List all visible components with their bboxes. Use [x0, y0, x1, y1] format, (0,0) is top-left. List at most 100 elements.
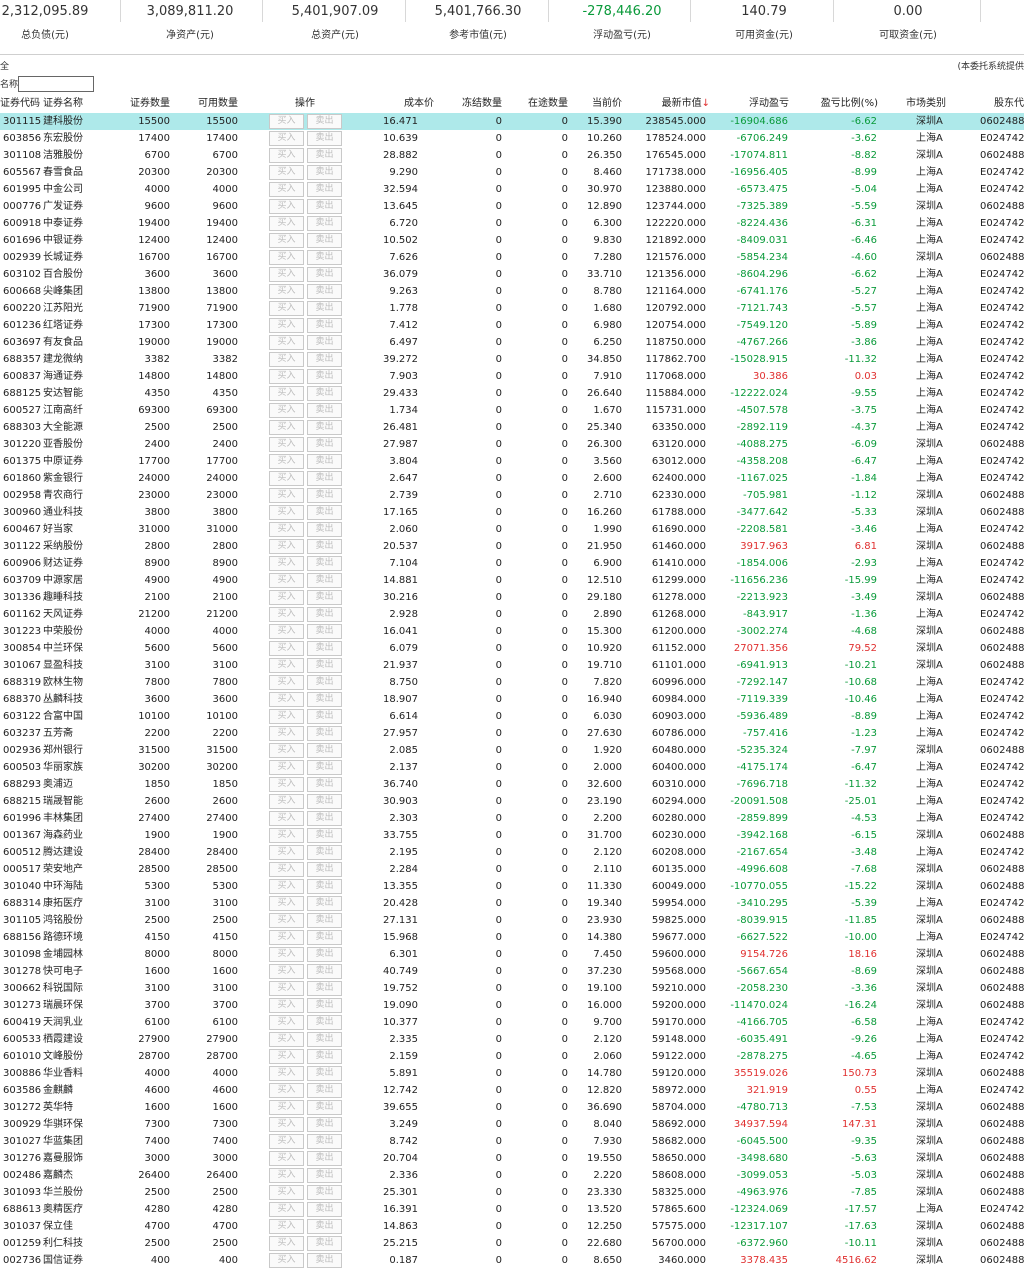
table-row[interactable]: 301220 亚香股份 2400 2400 27.987 0 0 26.300 63120.00…	[0, 436, 1024, 453]
buy-button[interactable]: 买入	[269, 777, 304, 792]
buy-button[interactable]: 买入	[269, 726, 304, 741]
sell-button[interactable]: 卖出	[307, 488, 342, 503]
buy-button[interactable]: 买入	[269, 1015, 304, 1030]
table-row[interactable]: 601860 紫金银行 24000 24000 2.647 0 0 2.600 62400.00…	[0, 470, 1024, 487]
sell-button[interactable]: 卖出	[307, 1168, 342, 1183]
sell-button[interactable]: 卖出	[307, 760, 342, 775]
table-row[interactable]: 603856 东宏股份 17400 17400 10.639 0 0 10.260 178524…	[0, 130, 1024, 147]
table-row[interactable]: 300854 中兰环保 5600 5600 6.079 0 0 10.920 61152.000…	[0, 640, 1024, 657]
sell-button[interactable]: 卖出	[307, 930, 342, 945]
table-row[interactable]: 603697 有友食品 19000 19000 6.497 0 0 6.250 118750.0…	[0, 334, 1024, 351]
buy-button[interactable]: 买入	[269, 879, 304, 894]
table-row[interactable]: 603709 中源家居 4900 4900 14.881 0 0 12.510 61299.00…	[0, 572, 1024, 589]
buy-button[interactable]: 买入	[269, 386, 304, 401]
col-holder[interactable]: 股东代	[994, 97, 1024, 111]
sell-button[interactable]: 卖出	[307, 964, 342, 979]
table-row[interactable]: 601696 中银证券 12400 12400 10.502 0 0 9.830 121892.…	[0, 232, 1024, 249]
table-row[interactable]: 688293 奥浦迈 1850 1850 36.740 0 0 32.600 60310.000…	[0, 776, 1024, 793]
buy-button[interactable]: 买入	[269, 539, 304, 554]
sell-button[interactable]: 卖出	[307, 981, 342, 996]
sell-button[interactable]: 卖出	[307, 1117, 342, 1132]
buy-button[interactable]: 买入	[269, 165, 304, 180]
table-row[interactable]: 603237 五芳斋 2200 2200 27.957 0 0 27.630 60786.000…	[0, 725, 1024, 742]
sell-button[interactable]: 卖出	[307, 522, 342, 537]
buy-button[interactable]: 买入	[269, 590, 304, 605]
sell-button[interactable]: 卖出	[307, 318, 342, 333]
table-row[interactable]: 601010 文峰股份 28700 28700 2.159 0 0 2.060 59122.00…	[0, 1048, 1024, 1065]
buy-button[interactable]: 买入	[269, 709, 304, 724]
buy-button[interactable]: 买入	[269, 930, 304, 945]
sell-button[interactable]: 卖出	[307, 1134, 342, 1149]
buy-button[interactable]: 买入	[269, 335, 304, 350]
col-code[interactable]: 证券代码	[0, 97, 40, 111]
buy-button[interactable]: 买入	[269, 624, 304, 639]
sell-button[interactable]: 卖出	[307, 505, 342, 520]
buy-button[interactable]: 买入	[269, 199, 304, 214]
table-row[interactable]: 301027 华蓝集团 7400 7400 8.742 0 0 7.930 58682.000 -…	[0, 1133, 1024, 1150]
buy-button[interactable]: 买入	[269, 658, 304, 673]
sell-button[interactable]: 卖出	[307, 828, 342, 843]
table-row[interactable]: 301278 快可电子 1600 1600 40.749 0 0 37.230 59568.00…	[0, 963, 1024, 980]
sell-button[interactable]: 卖出	[307, 573, 342, 588]
table-row[interactable]: 603102 百合股份 3600 3600 36.079 0 0 33.710 121356.0…	[0, 266, 1024, 283]
buy-button[interactable]: 买入	[269, 233, 304, 248]
buy-button[interactable]: 买入	[269, 1083, 304, 1098]
sell-button[interactable]: 卖出	[307, 1032, 342, 1047]
buy-button[interactable]: 买入	[269, 828, 304, 843]
buy-button[interactable]: 买入	[269, 437, 304, 452]
sell-button[interactable]: 卖出	[307, 233, 342, 248]
buy-button[interactable]: 买入	[269, 403, 304, 418]
buy-button[interactable]: 买入	[269, 1049, 304, 1064]
table-row[interactable]: 301115 建科股份 15500 15500 16.471 0 0 15.390 238545…	[0, 113, 1024, 130]
table-row[interactable]: 600906 财达证券 8900 8900 7.104 0 0 6.900 61410.000 -…	[0, 555, 1024, 572]
buy-button[interactable]: 买入	[269, 522, 304, 537]
buy-button[interactable]: 买入	[269, 454, 304, 469]
col-cost[interactable]: 成本价	[384, 97, 434, 111]
sell-button[interactable]: 卖出	[307, 675, 342, 690]
table-row[interactable]: 301122 采纳股份 2800 2800 20.537 0 0 21.950 61460.00…	[0, 538, 1024, 555]
buy-button[interactable]: 买入	[269, 794, 304, 809]
sell-button[interactable]: 卖出	[307, 692, 342, 707]
sell-button[interactable]: 卖出	[307, 794, 342, 809]
buy-button[interactable]: 买入	[269, 1236, 304, 1251]
table-row[interactable]: 301276 嘉曼服饰 3000 3000 20.704 0 0 19.550 58650.00…	[0, 1150, 1024, 1167]
buy-button[interactable]: 买入	[269, 607, 304, 622]
sell-button[interactable]: 卖出	[307, 1100, 342, 1115]
table-row[interactable]: 688156 路德环境 4150 4150 15.968 0 0 14.380 59677.00…	[0, 929, 1024, 946]
table-row[interactable]: 301098 金埔园林 8000 8000 6.301 0 0 7.450 59600.000 9…	[0, 946, 1024, 963]
sell-button[interactable]: 卖出	[307, 1253, 342, 1268]
col-qty[interactable]: 证券数量	[120, 97, 170, 111]
sell-button[interactable]: 卖出	[307, 556, 342, 571]
table-row[interactable]: 688314 康拓医疗 3100 3100 20.428 0 0 19.340 59954.00…	[0, 895, 1024, 912]
col-profit-ratio[interactable]: 盈亏比例(%)	[810, 97, 878, 111]
buy-button[interactable]: 买入	[269, 182, 304, 197]
sell-button[interactable]: 卖出	[307, 726, 342, 741]
buy-button[interactable]: 买入	[269, 641, 304, 656]
sell-button[interactable]: 卖出	[307, 403, 342, 418]
table-row[interactable]: 301040 中环海陆 5300 5300 13.355 0 0 11.330 60049.00…	[0, 878, 1024, 895]
sell-button[interactable]: 卖出	[307, 1066, 342, 1081]
sell-button[interactable]: 卖出	[307, 131, 342, 146]
table-row[interactable]: 002939 长城证券 16700 16700 7.626 0 0 7.280 121576.0…	[0, 249, 1024, 266]
table-row[interactable]: 600837 海通证券 14800 14800 7.903 0 0 7.910 117068.0…	[0, 368, 1024, 385]
table-row[interactable]: 301067 显盈科技 3100 3100 21.937 0 0 19.710 61101.00…	[0, 657, 1024, 674]
col-market-value[interactable]: 最新市值↓	[650, 97, 710, 111]
buy-button[interactable]: 买入	[269, 505, 304, 520]
col-name[interactable]: 证券名称	[43, 97, 83, 111]
buy-button[interactable]: 买入	[269, 1100, 304, 1115]
sell-button[interactable]: 卖出	[307, 386, 342, 401]
sell-button[interactable]: 卖出	[307, 811, 342, 826]
buy-button[interactable]: 买入	[269, 1219, 304, 1234]
buy-button[interactable]: 买入	[269, 1066, 304, 1081]
sell-button[interactable]: 卖出	[307, 216, 342, 231]
sell-button[interactable]: 卖出	[307, 114, 342, 129]
sell-button[interactable]: 卖出	[307, 607, 342, 622]
table-row[interactable]: 600918 中泰证券 19400 19400 6.720 0 0 6.300 122220.0…	[0, 215, 1024, 232]
table-row[interactable]: 688303 大全能源 2500 2500 26.481 0 0 25.340 63350.00…	[0, 419, 1024, 436]
table-row[interactable]: 688319 欧林生物 7800 7800 8.750 0 0 7.820 60996.000 -…	[0, 674, 1024, 691]
table-row[interactable]: 001259 利仁科技 2500 2500 25.215 0 0 22.680 56700.00…	[0, 1235, 1024, 1252]
sell-button[interactable]: 卖出	[307, 148, 342, 163]
table-row[interactable]: 301336 趣睡科技 2100 2100 30.216 0 0 29.180 61278.00…	[0, 589, 1024, 606]
table-row[interactable]: 688125 安达智能 4350 4350 29.433 0 0 26.640 115884.0…	[0, 385, 1024, 402]
table-row[interactable]: 301272 英华特 1600 1600 39.655 0 0 36.690 58704.000…	[0, 1099, 1024, 1116]
